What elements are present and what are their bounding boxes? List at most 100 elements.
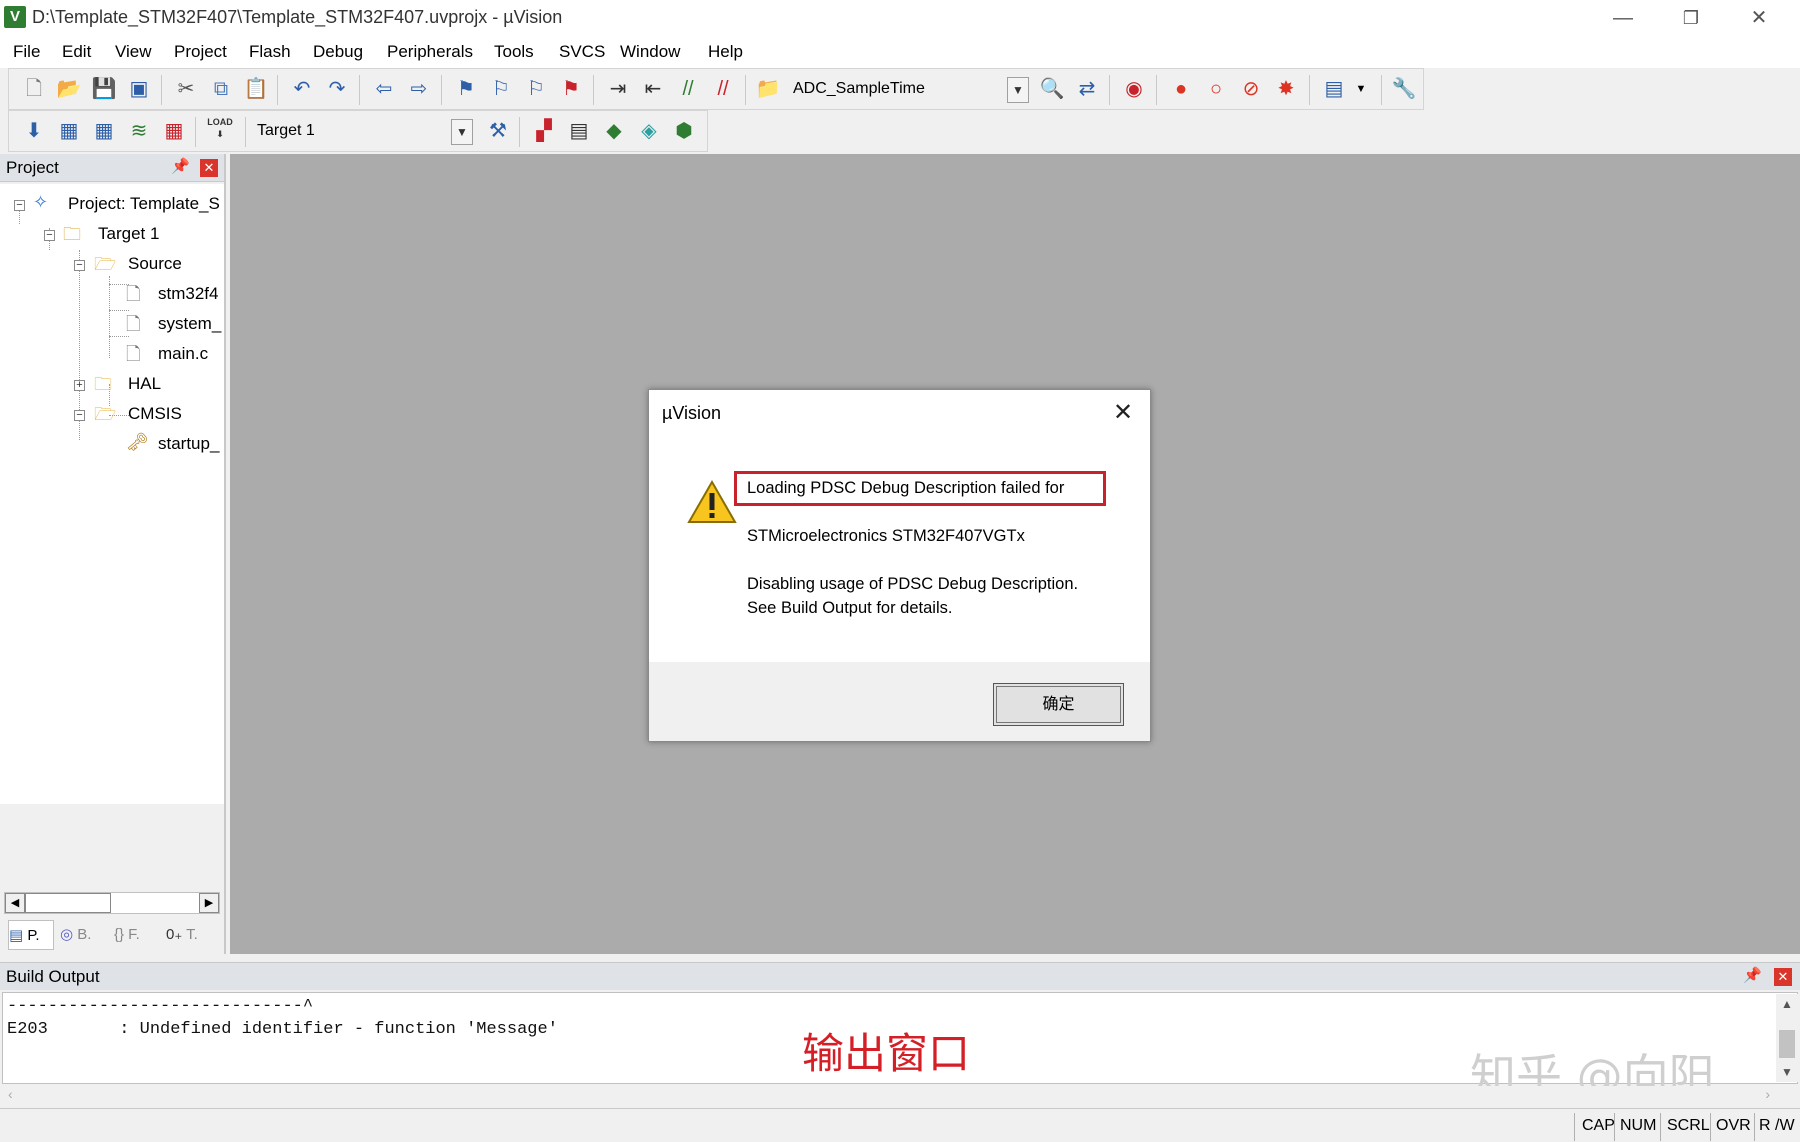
new-file-icon[interactable]: 🗋 (19, 74, 49, 104)
tree-item-hal-group[interactable]: + 🗀 HAL (0, 374, 224, 398)
open-file-icon[interactable]: 📂 (54, 74, 84, 104)
output-horizontal-scrollbar[interactable]: ‹ › (4, 1086, 1774, 1104)
download-icon[interactable]: LOAD ⬇ (205, 116, 235, 146)
menu-peripherals[interactable]: Peripherals (387, 42, 473, 62)
start-debug-icon[interactable]: ◉ (1119, 74, 1149, 104)
scroll-down-icon[interactable]: ▼ (1776, 1062, 1798, 1082)
tree-item-source-group[interactable]: − 🗁 Source (0, 254, 224, 278)
pin-icon[interactable]: 📌 (171, 157, 190, 175)
stop-build-icon[interactable]: ▦ (159, 116, 189, 146)
comment-icon[interactable]: // (673, 74, 703, 104)
status-ovr: OVR (1716, 1117, 1751, 1134)
close-icon[interactable]: ✕ (200, 159, 218, 177)
collapse-icon[interactable]: − (74, 260, 85, 271)
tab-books[interactable]: ◎ B. (60, 920, 106, 950)
expand-icon[interactable]: + (74, 380, 85, 391)
build-icon[interactable]: ▦ (54, 116, 84, 146)
tab-project[interactable]: ▤ P. (8, 920, 54, 950)
kill-all-breakpoints-icon[interactable]: ✸ (1271, 74, 1301, 104)
pack-installer-icon[interactable]: ◆ (599, 116, 629, 146)
tab-label: T. (186, 926, 198, 943)
menu-flash[interactable]: Flash (249, 42, 291, 62)
file-extensions-icon[interactable]: ▞ (529, 116, 559, 146)
select-packs-icon[interactable]: ◈ (634, 116, 664, 146)
chevron-down-icon[interactable]: ▼ (1346, 74, 1376, 104)
enable-breakpoint-icon[interactable]: ○ (1201, 74, 1231, 104)
bookmark-icon[interactable]: ⚑ (451, 74, 481, 104)
manage-project-items-icon[interactable]: ▤ (564, 116, 594, 146)
find-icon[interactable]: 🔍 (1037, 74, 1067, 104)
menu-view[interactable]: View (115, 42, 152, 62)
menu-tools[interactable]: Tools (494, 42, 534, 62)
next-bookmark-icon[interactable]: ⚐ (521, 74, 551, 104)
templates-tab-icon: 0₊ (166, 926, 183, 943)
manage-rte-icon[interactable]: ⬢ (669, 116, 699, 146)
tab-functions[interactable]: {} F. (114, 920, 160, 950)
menu-bar: File Edit View Project Flash Debug Perip… (0, 36, 1800, 68)
tree-item-file[interactable]: 🗋 main.c (0, 344, 224, 368)
tree-item-project[interactable]: − ✧ Project: Template_S (0, 192, 224, 218)
chevron-down-icon[interactable]: ▼ (1007, 77, 1029, 103)
save-all-icon[interactable]: ▣ (124, 74, 154, 104)
insert-breakpoint-icon[interactable]: ● (1166, 74, 1196, 104)
target-combo[interactable]: Target 1 ▼ (253, 117, 473, 147)
cut-icon[interactable]: ✂ (171, 74, 201, 104)
previous-bookmark-icon[interactable]: ⚐ (486, 74, 516, 104)
undo-icon[interactable]: ↶ (287, 74, 317, 104)
collapse-icon[interactable]: − (74, 410, 85, 421)
wrench-icon[interactable]: 🔧 (1389, 74, 1419, 104)
collapse-icon[interactable]: − (44, 230, 55, 241)
tree-item-file[interactable]: 🗋 stm32f4 (0, 284, 224, 308)
clear-bookmarks-icon[interactable]: ⚑ (556, 74, 586, 104)
dialog-close-icon[interactable]: ✕ (1108, 398, 1138, 427)
window-layout-icon[interactable]: ▤ (1319, 74, 1349, 104)
translate-icon[interactable]: ⬇ (19, 116, 49, 146)
menu-file[interactable]: File (13, 42, 40, 62)
scroll-right-icon[interactable]: › (1765, 1086, 1770, 1102)
close-icon[interactable]: ✕ (1774, 968, 1792, 986)
scrollbar-thumb[interactable] (1779, 1030, 1795, 1058)
output-vertical-scrollbar[interactable]: ▲ ▼ (1776, 994, 1798, 1082)
navigate-back-icon[interactable]: ⇦ (369, 74, 399, 104)
minimize-button[interactable]: — (1598, 4, 1648, 32)
scrollbar-thumb[interactable] (25, 893, 111, 913)
tree-item-target[interactable]: − 🗀 Target 1 (0, 224, 224, 248)
save-icon[interactable]: 💾 (89, 74, 119, 104)
indent-icon[interactable]: ⇥ (603, 74, 633, 104)
redo-icon[interactable]: ↷ (322, 74, 352, 104)
batch-build-icon[interactable]: ≋ (124, 116, 154, 146)
find-in-files-icon[interactable]: 📁 (753, 74, 783, 104)
tree-item-file[interactable]: 🗋 system_ (0, 314, 224, 338)
close-window-button[interactable]: ✕ (1734, 4, 1784, 32)
menu-debug[interactable]: Debug (313, 42, 363, 62)
toolbar-separator (195, 117, 196, 147)
uncomment-icon[interactable]: // (708, 74, 738, 104)
scroll-up-icon[interactable]: ▲ (1776, 994, 1798, 1014)
scroll-left-icon[interactable]: ‹ (8, 1086, 13, 1102)
menu-window[interactable]: Window (620, 42, 680, 62)
disable-all-breakpoints-icon[interactable]: ⊘ (1236, 74, 1266, 104)
scroll-left-icon[interactable]: ◀ (5, 893, 25, 913)
paste-icon[interactable]: 📋 (241, 74, 271, 104)
ok-button[interactable]: 确定 (993, 683, 1124, 726)
tree-item-cmsis-group[interactable]: − 🗁 CMSIS (0, 404, 224, 428)
incremental-find-icon[interactable]: ⇄ (1072, 74, 1102, 104)
tree-item-file[interactable]: 🗝 startup_ (0, 432, 224, 458)
pin-icon[interactable]: 📌 (1743, 966, 1762, 984)
restore-button[interactable]: ❐ (1666, 4, 1716, 32)
scroll-right-icon[interactable]: ▶ (199, 893, 219, 913)
copy-icon[interactable]: ⧉ (206, 74, 236, 104)
menu-project[interactable]: Project (174, 42, 227, 62)
chevron-down-icon[interactable]: ▼ (451, 119, 473, 145)
unindent-icon[interactable]: ⇤ (638, 74, 668, 104)
tab-templates[interactable]: 0₊ T. (166, 920, 216, 950)
rebuild-icon[interactable]: ▦ (89, 116, 119, 146)
menu-help[interactable]: Help (708, 42, 743, 62)
collapse-icon[interactable]: − (14, 200, 25, 211)
find-combo[interactable]: ADC_SampleTime ▼ (789, 75, 1029, 105)
target-options-icon[interactable]: ⚒ (483, 116, 513, 146)
menu-svcs[interactable]: SVCS (559, 42, 605, 62)
menu-edit[interactable]: Edit (62, 42, 91, 62)
navigate-forward-icon[interactable]: ⇨ (404, 74, 434, 104)
project-horizontal-scrollbar[interactable]: ◀ ▶ (4, 892, 220, 914)
